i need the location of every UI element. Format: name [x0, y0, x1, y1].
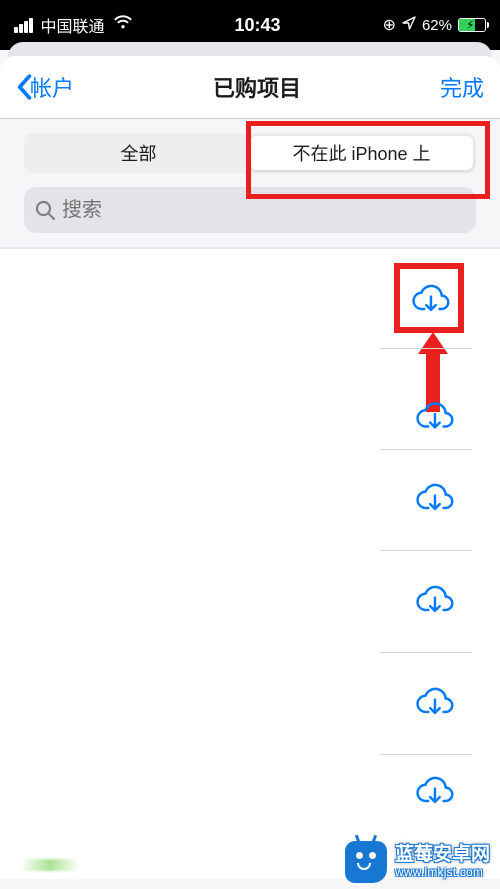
purchased-row [0, 551, 500, 653]
purchased-row [0, 755, 500, 825]
cloud-download-icon [414, 481, 454, 515]
status-right: ⊕ 62% ⚡︎ [383, 15, 486, 35]
cloud-download-icon [414, 774, 454, 808]
navigation-bar: 帐户 已购项目 完成 [0, 56, 500, 118]
content-area: 全部 不在此 iPhone 上 [0, 119, 500, 889]
done-button[interactable]: 完成 [440, 71, 484, 103]
battery-percent: 62% [422, 17, 452, 34]
battery-icon: ⚡︎ [458, 18, 486, 32]
segmented-wrapper: 全部 不在此 iPhone 上 [0, 119, 500, 187]
cloud-download-icon [410, 282, 450, 316]
search-field[interactable] [24, 187, 476, 233]
download-button[interactable] [410, 282, 450, 321]
download-button[interactable] [414, 481, 454, 520]
watermark-logo-icon [345, 841, 387, 883]
row-divider [380, 348, 472, 349]
segment-not-on-device[interactable]: 不在此 iPhone 上 [250, 136, 473, 170]
segment-all[interactable]: 全部 [27, 136, 250, 170]
download-button[interactable] [414, 685, 454, 724]
purchased-row [0, 653, 500, 755]
segmented-control: 全部 不在此 iPhone 上 [24, 133, 476, 173]
location-icon [402, 16, 416, 34]
download-button[interactable] [414, 399, 454, 438]
purchased-row [0, 259, 500, 349]
status-left: 中国联通 [14, 13, 133, 37]
search-icon [34, 199, 56, 221]
signal-bars-icon [14, 18, 33, 33]
wifi-icon [113, 15, 133, 35]
watermark-text: 蓝莓安卓网 www.lmkjst.com [395, 845, 490, 879]
search-wrapper [0, 187, 500, 247]
cloud-download-icon [414, 399, 454, 433]
watermark-title: 蓝莓安卓网 [395, 845, 490, 866]
cloud-download-icon [414, 685, 454, 719]
search-input[interactable] [62, 199, 466, 222]
download-button[interactable] [414, 774, 454, 813]
purchased-row [0, 449, 500, 551]
download-button[interactable] [414, 583, 454, 622]
modal-sheet: 帐户 已购项目 完成 全部 不在此 iPhone 上 [0, 56, 500, 889]
cloud-download-icon [414, 583, 454, 617]
status-time: 10:43 [235, 15, 281, 36]
watermark-url: www.lmkjst.com [395, 866, 490, 879]
back-label: 帐户 [30, 71, 74, 103]
partial-content-indicator [20, 859, 80, 871]
carrier-label: 中国联通 [41, 13, 105, 37]
watermark: 蓝莓安卓网 www.lmkjst.com [345, 841, 490, 883]
page-title: 已购项目 [213, 71, 301, 103]
back-button[interactable]: 帐户 [16, 71, 74, 103]
purchased-list [0, 249, 500, 879]
orientation-lock-icon: ⊕ [383, 15, 396, 35]
